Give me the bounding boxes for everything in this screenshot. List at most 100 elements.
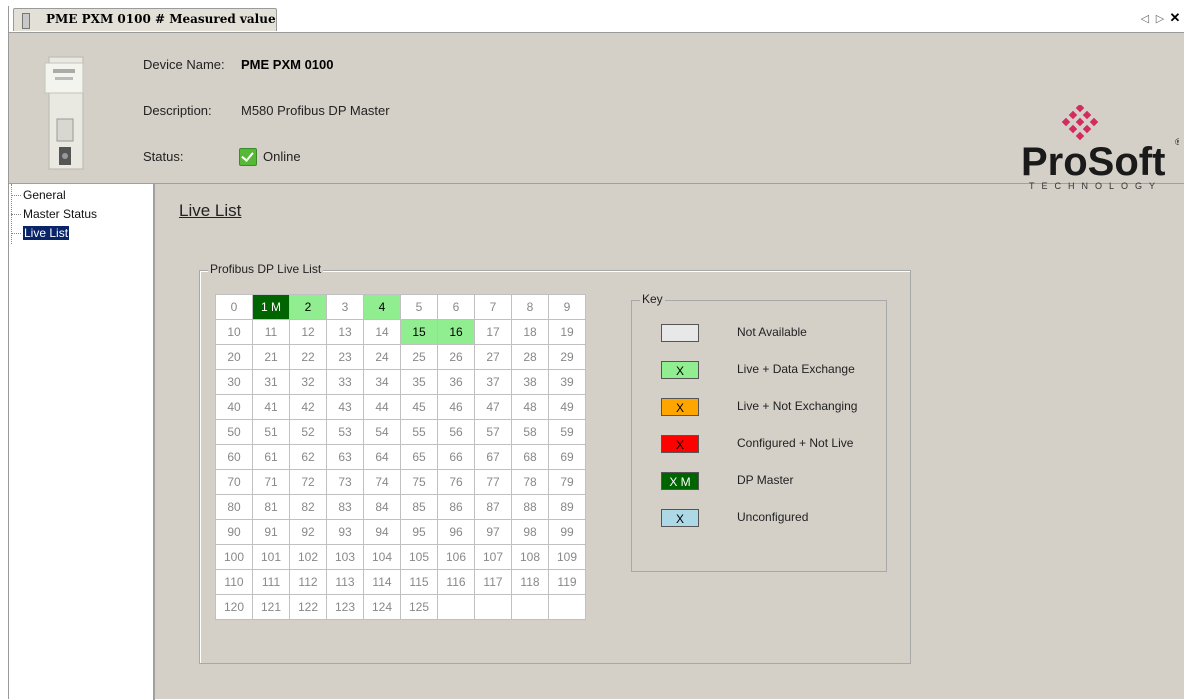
grid-row: 60 61 62 63 64 65 66 67 68 69	[215, 444, 586, 470]
station-cell: 82	[289, 494, 327, 520]
station-cell: 51	[252, 419, 290, 445]
station-cell	[548, 594, 586, 620]
station-cell: 55	[400, 419, 438, 445]
key-legend: Key Not Available X Live + Data Exchange X L…	[631, 292, 887, 572]
station-cell: 72	[289, 469, 327, 495]
station-cell	[437, 594, 475, 620]
station-cell: 86	[437, 494, 475, 520]
station-cell: 116	[437, 569, 475, 595]
station-cell: 58	[511, 419, 549, 445]
station-cell: 14	[363, 319, 401, 345]
station-cell: 121	[252, 594, 290, 620]
key-swatch: X	[661, 361, 699, 379]
tree-item-live-list[interactable]: Live List	[10, 226, 70, 240]
station-cell: 66	[437, 444, 475, 470]
station-cell: 102	[289, 544, 327, 570]
station-cell: 29	[548, 344, 586, 370]
tree-item-master-status[interactable]: Master Status	[10, 207, 97, 221]
device-name-label: Device Name:	[143, 57, 225, 72]
navigation-tree: General Master Status Live List	[9, 183, 155, 700]
station-cell: 112	[289, 569, 327, 595]
station-cell: 93	[326, 519, 364, 545]
tree-item-general[interactable]: General	[11, 188, 66, 202]
station-cell: 89	[548, 494, 586, 520]
station-cell: 78	[511, 469, 549, 495]
station-cell: 2	[289, 294, 327, 320]
station-cell: 99	[548, 519, 586, 545]
station-cell: 123	[326, 594, 364, 620]
station-cell: 94	[363, 519, 401, 545]
online-check-icon	[239, 148, 257, 166]
station-cell: 111	[252, 569, 290, 595]
station-cell: 108	[511, 544, 549, 570]
station-cell: 110	[215, 569, 253, 595]
station-cell: 107	[474, 544, 512, 570]
station-cell: 37	[474, 369, 512, 395]
station-cell: 57	[474, 419, 512, 445]
scroll-left-icon[interactable]: ◁	[1139, 12, 1151, 25]
station-cell: 43	[326, 394, 364, 420]
station-cell: 42	[289, 394, 327, 420]
station-cell: 80	[215, 494, 253, 520]
station-cell: 38	[511, 369, 549, 395]
station-cell: 34	[363, 369, 401, 395]
station-cell: 8	[511, 294, 549, 320]
station-cell: 28	[511, 344, 549, 370]
station-cell: 119	[548, 569, 586, 595]
station-cell: 32	[289, 369, 327, 395]
grid-row: 110 111 112 113 114 115 116 117 118 119	[215, 569, 586, 595]
station-cell: 12	[289, 319, 327, 345]
station-cell: 50	[215, 419, 253, 445]
station-cell: 1 M	[252, 294, 290, 320]
station-cell: 45	[400, 394, 438, 420]
prosoft-logo: ProSoft ® TECHNOLOGY	[1021, 105, 1179, 191]
station-cell: 31	[252, 369, 290, 395]
station-cell: 68	[511, 444, 549, 470]
grid-row: 80 81 82 83 84 85 86 87 88 89	[215, 494, 586, 520]
station-cell: 59	[548, 419, 586, 445]
station-cell: 25	[400, 344, 438, 370]
station-cell: 77	[474, 469, 512, 495]
key-text: Live + Not Exchanging	[737, 399, 858, 413]
scroll-right-icon[interactable]: ▷	[1154, 12, 1166, 25]
station-cell: 20	[215, 344, 253, 370]
station-cell: 85	[400, 494, 438, 520]
document-window: PME PXM 0100 # Measured value ◁ ▷ ✕ Devi…	[8, 6, 1184, 700]
station-cell: 124	[363, 594, 401, 620]
device-module-image	[44, 56, 84, 170]
station-cell: 48	[511, 394, 549, 420]
station-cell	[474, 594, 512, 620]
station-cell: 22	[289, 344, 327, 370]
live-list-group: Profibus DP Live List 01 M 2 3 4 5 6 7 8 9 10 11 12…	[199, 262, 911, 664]
key-swatch: X	[661, 435, 699, 453]
close-icon[interactable]: ✕	[1169, 10, 1181, 26]
station-cell: 30	[215, 369, 253, 395]
grid-row: 40 41 42 43 44 45 46 47 48 49	[215, 394, 586, 420]
key-text: Unconfigured	[737, 510, 809, 524]
station-cell: 105	[400, 544, 438, 570]
station-cell: 113	[326, 569, 364, 595]
station-cell: 70	[215, 469, 253, 495]
station-cell: 54	[363, 419, 401, 445]
tab-measured-value[interactable]: PME PXM 0100 # Measured value	[13, 8, 277, 31]
station-cell: 91	[252, 519, 290, 545]
station-cell: 16	[437, 319, 475, 345]
key-swatch	[661, 324, 699, 342]
grid-row: 120 121 122 123 124 125	[215, 594, 586, 620]
station-cell: 33	[326, 369, 364, 395]
station-cell: 52	[289, 419, 327, 445]
station-cell: 40	[215, 394, 253, 420]
station-cell: 26	[437, 344, 475, 370]
station-cell: 21	[252, 344, 290, 370]
station-cell: 122	[289, 594, 327, 620]
svg-text:ProSoft: ProSoft	[1021, 140, 1165, 184]
station-cell: 11	[252, 319, 290, 345]
station-cell: 49	[548, 394, 586, 420]
grid-row: 20 21 22 23 24 25 26 27 28 29	[215, 344, 586, 370]
station-cell: 104	[363, 544, 401, 570]
station-cell: 65	[400, 444, 438, 470]
grid-row: 70 71 72 73 74 75 76 77 78 79	[215, 469, 586, 495]
station-cell: 117	[474, 569, 512, 595]
key-text: Configured + Not Live	[737, 436, 854, 450]
station-cell: 7	[474, 294, 512, 320]
